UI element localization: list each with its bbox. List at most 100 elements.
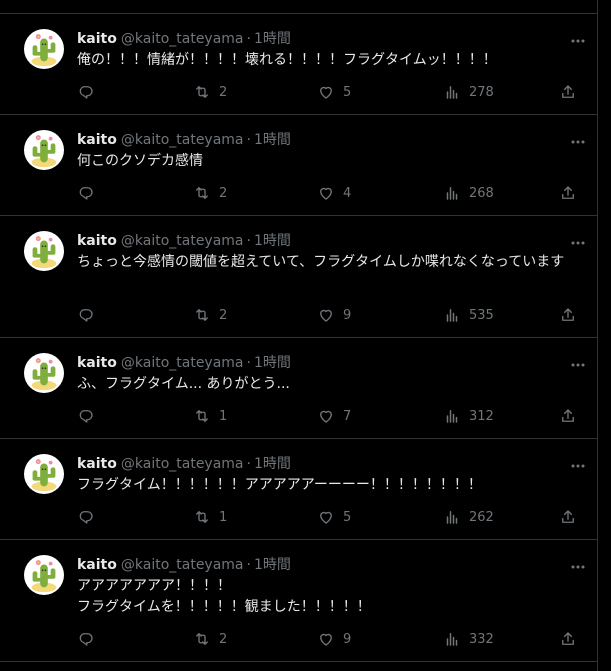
timestamp[interactable]: 1時間 bbox=[254, 353, 291, 373]
retweet-button[interactable]: 1 bbox=[193, 407, 227, 425]
heart-icon bbox=[320, 511, 332, 524]
separator: · bbox=[246, 233, 251, 249]
tweet-header: kaito @kaito_tateyama · 1時間 bbox=[77, 454, 581, 474]
reply-button[interactable] bbox=[77, 83, 103, 101]
tweet-card[interactable]: kaito @kaito_tateyama · 1時間 アアアアアアア！！！！ … bbox=[0, 540, 597, 662]
timestamp[interactable]: 1時間 bbox=[254, 29, 291, 49]
share-icon bbox=[562, 632, 574, 645]
author-handle[interactable]: @kaito_tateyama bbox=[121, 29, 244, 49]
author-name[interactable]: kaito bbox=[77, 29, 117, 49]
reply-button[interactable] bbox=[77, 184, 103, 202]
avatar[interactable] bbox=[24, 555, 64, 595]
share-button[interactable] bbox=[559, 407, 577, 425]
reply-icon bbox=[79, 187, 93, 200]
reply-button[interactable] bbox=[77, 407, 103, 425]
more-button[interactable] bbox=[569, 356, 587, 374]
reply-button[interactable] bbox=[77, 630, 103, 648]
share-button[interactable] bbox=[559, 508, 577, 526]
avatar[interactable] bbox=[24, 454, 64, 494]
heart-icon bbox=[320, 309, 332, 322]
retweet-count: 2 bbox=[219, 84, 228, 100]
tweet-actions: 2 9 332 bbox=[77, 629, 577, 649]
retweet-count: 2 bbox=[219, 631, 228, 647]
avatar[interactable] bbox=[24, 29, 64, 69]
timestamp[interactable]: 1時間 bbox=[254, 555, 291, 575]
like-button[interactable]: 9 bbox=[317, 630, 351, 648]
author-name[interactable]: kaito bbox=[77, 555, 117, 575]
share-button[interactable] bbox=[559, 184, 577, 202]
more-horizontal-icon bbox=[571, 39, 585, 43]
like-button[interactable]: 5 bbox=[317, 508, 351, 526]
more-button[interactable] bbox=[569, 558, 587, 576]
views-button[interactable]: 262 bbox=[443, 508, 494, 526]
cactus-avatar-icon bbox=[25, 131, 63, 169]
like-button[interactable]: 4 bbox=[317, 184, 351, 202]
share-icon bbox=[562, 510, 574, 523]
share-button[interactable] bbox=[559, 83, 577, 101]
view-count: 262 bbox=[469, 509, 494, 525]
retweet-button[interactable]: 2 bbox=[193, 630, 227, 648]
heart-icon bbox=[320, 633, 332, 646]
like-count: 9 bbox=[343, 307, 352, 323]
retweet-icon bbox=[196, 86, 208, 98]
avatar[interactable] bbox=[24, 130, 64, 170]
tweet-card[interactable]: kaito @kaito_tateyama · 1時間 フラグタイム！！！！！！… bbox=[0, 439, 597, 540]
views-chart-icon bbox=[446, 410, 458, 423]
view-count: 312 bbox=[469, 408, 494, 424]
author-handle[interactable]: @kaito_tateyama bbox=[121, 130, 244, 150]
share-button[interactable] bbox=[559, 630, 577, 648]
separator: · bbox=[246, 355, 251, 371]
author-name[interactable]: kaito bbox=[77, 130, 117, 150]
share-button[interactable] bbox=[559, 306, 577, 324]
tweet-card[interactable]: kaito @kaito_tateyama · 1時間 ふ、フラグタイム... … bbox=[0, 338, 597, 439]
avatar[interactable] bbox=[24, 231, 64, 271]
view-count: 332 bbox=[469, 631, 494, 647]
like-button[interactable]: 7 bbox=[317, 407, 351, 425]
views-button[interactable]: 312 bbox=[443, 407, 494, 425]
more-horizontal-icon bbox=[571, 565, 585, 569]
tweet-card[interactable]: kaito @kaito_tateyama · 1時間 ちょっと今感情の閾値を超… bbox=[0, 216, 597, 338]
tweet-card[interactable]: kaito @kaito_tateyama · 1時間 何このクソデカ感情 2 … bbox=[0, 115, 597, 216]
author-handle[interactable]: @kaito_tateyama bbox=[121, 231, 244, 251]
more-button[interactable] bbox=[569, 32, 587, 50]
retweet-button[interactable]: 1 bbox=[193, 508, 227, 526]
retweet-button[interactable]: 2 bbox=[193, 83, 227, 101]
author-handle[interactable]: @kaito_tateyama bbox=[121, 454, 244, 474]
tweet-text: ふ、フラグタイム... ありがとう... bbox=[77, 376, 290, 392]
views-button[interactable]: 332 bbox=[443, 630, 494, 648]
tweet-header: kaito @kaito_tateyama · 1時間 bbox=[77, 353, 581, 373]
timestamp[interactable]: 1時間 bbox=[254, 130, 291, 150]
heart-icon bbox=[320, 187, 332, 200]
reply-button[interactable] bbox=[77, 306, 103, 324]
like-button[interactable]: 5 bbox=[317, 83, 351, 101]
views-chart-icon bbox=[446, 511, 458, 524]
like-button[interactable]: 9 bbox=[317, 306, 351, 324]
avatar[interactable] bbox=[24, 353, 64, 393]
views-button[interactable]: 268 bbox=[443, 184, 494, 202]
views-button[interactable]: 535 bbox=[443, 306, 494, 324]
author-handle[interactable]: @kaito_tateyama bbox=[121, 353, 244, 373]
retweet-button[interactable]: 2 bbox=[193, 306, 227, 324]
separator: · bbox=[246, 557, 251, 573]
separator: · bbox=[246, 132, 251, 148]
retweet-icon bbox=[196, 187, 208, 199]
timestamp[interactable]: 1時間 bbox=[254, 231, 291, 251]
tweet-text: ちょっと今感情の閾値を超えていて、フラグタイムしか喋れなくなっています bbox=[77, 254, 565, 270]
more-button[interactable] bbox=[569, 133, 587, 151]
tweet-card[interactable]: kaito @kaito_tateyama · 1時間 俺の！！！情緒が！！！！… bbox=[0, 14, 597, 115]
author-name[interactable]: kaito bbox=[77, 231, 117, 251]
timestamp[interactable]: 1時間 bbox=[254, 454, 291, 474]
views-button[interactable]: 278 bbox=[443, 83, 494, 101]
reply-icon bbox=[79, 633, 93, 646]
author-name[interactable]: kaito bbox=[77, 353, 117, 373]
top-divider bbox=[0, 0, 597, 14]
reply-button[interactable] bbox=[77, 508, 103, 526]
tweet-actions: 1 7 312 bbox=[77, 406, 577, 426]
author-handle[interactable]: @kaito_tateyama bbox=[121, 555, 244, 575]
more-button[interactable] bbox=[569, 457, 587, 475]
reply-icon bbox=[79, 309, 93, 322]
more-button[interactable] bbox=[569, 234, 587, 252]
author-name[interactable]: kaito bbox=[77, 454, 117, 474]
view-count: 278 bbox=[469, 84, 494, 100]
retweet-button[interactable]: 2 bbox=[193, 184, 227, 202]
